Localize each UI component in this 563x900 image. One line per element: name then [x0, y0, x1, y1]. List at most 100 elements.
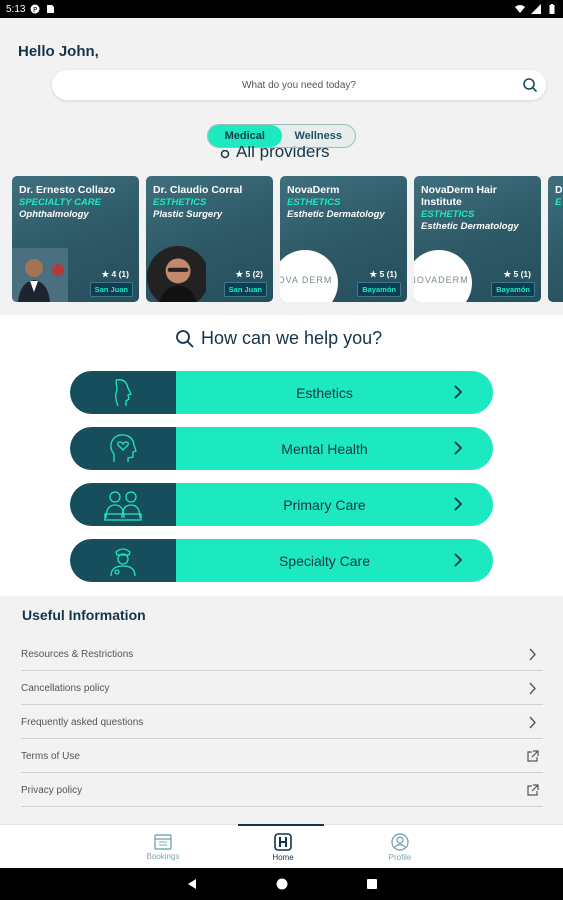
service-icon-wrap: [70, 427, 176, 470]
svg-text:P: P: [33, 6, 37, 14]
provider-photo: [146, 246, 206, 302]
chevron-right-icon: [454, 553, 463, 567]
signal-icon: [531, 4, 541, 14]
provider-card[interactable]: D E: [548, 176, 563, 302]
recents-icon[interactable]: [366, 878, 378, 890]
nurse-icon: [110, 547, 136, 576]
tab-home[interactable]: Home: [238, 824, 328, 869]
tab-label: Bookings: [146, 852, 180, 861]
search-icon[interactable]: [522, 77, 538, 93]
service-primary-care-button[interactable]: Primary Care: [70, 483, 493, 526]
provider-specialty: Plastic Surgery: [153, 209, 223, 220]
bottom-tab-bar: Bookings Home Profile: [0, 824, 563, 868]
service-esthetics-button[interactable]: Esthetics: [70, 371, 493, 414]
info-row-label: Cancellations policy: [21, 682, 110, 694]
chevron-right-icon: [529, 682, 536, 695]
providers-title: All providers: [220, 146, 330, 162]
tab-profile[interactable]: Profile: [355, 825, 445, 869]
chevron-right-icon: [529, 648, 536, 661]
toggle-wellness[interactable]: Wellness: [282, 125, 356, 147]
rating-value: 5 (2): [245, 269, 263, 279]
sd-card-icon: [47, 5, 55, 13]
provider-card[interactable]: Dr. Ernesto Collazo SPECIALTY CARE Ophth…: [12, 176, 139, 302]
provider-category: E: [555, 197, 562, 208]
tab-bookings[interactable]: Bookings: [118, 825, 208, 869]
app-notification-icon: P: [30, 4, 40, 14]
location-badge: San Juan: [223, 282, 267, 297]
location-badge: San Juan: [89, 282, 133, 297]
provider-photo: [12, 248, 68, 302]
provider-name-text: Dr. Claudio Corral: [153, 184, 243, 196]
chevron-right-icon: [454, 385, 463, 399]
provider-card[interactable]: NovaDerm ESTHETICS Esthetic Dermatology …: [280, 176, 407, 302]
search-bar[interactable]: What do you need today?: [52, 70, 546, 100]
help-title-text: How can we help you?: [201, 328, 383, 348]
providers-icon: [220, 150, 230, 159]
location-badge: Bayamón: [357, 282, 401, 297]
provider-specialty: Esthetic Dermatology: [421, 221, 519, 232]
hospital-icon: [274, 833, 292, 851]
provider-specialty: Ophthalmology: [19, 209, 89, 220]
provider-name-text: NovaDerm Hair Institute: [421, 184, 497, 208]
external-link-icon: [527, 784, 539, 796]
info-row-label: Privacy policy: [21, 784, 83, 796]
external-link-icon: [527, 750, 539, 762]
search-input[interactable]: What do you need today?: [242, 80, 356, 91]
provider-rating: ★ 5 (1): [503, 269, 531, 279]
provider-name-text: NovaDerm: [287, 184, 340, 196]
back-icon[interactable]: [186, 878, 198, 890]
provider-name-text: Dr. Ernesto Collazo: [19, 184, 116, 196]
service-label: Primary Care: [283, 496, 366, 513]
rating-value: 4 (1): [111, 269, 129, 279]
provider-card[interactable]: NovaDerm Hair Institute ESTHETICS Esthet…: [414, 176, 541, 302]
providers-title-text: All providers: [236, 146, 330, 161]
provider-logo: OVA DERM: [280, 250, 338, 302]
info-row-label: Frequently asked questions: [21, 716, 144, 728]
info-row-faq[interactable]: Frequently asked questions: [21, 706, 543, 739]
search-icon: [176, 329, 194, 348]
provider-rating: ★ 4 (1): [101, 269, 129, 279]
provider-logo: NOVADERM: [414, 250, 472, 302]
greeting: Hello John,: [18, 43, 99, 60]
help-section: How can we help you? Esthetics Mental He…: [0, 315, 563, 596]
service-icon-wrap: [70, 371, 176, 414]
rating-value: 5 (1): [513, 269, 531, 279]
home-icon[interactable]: [276, 878, 288, 890]
calendar-icon: [154, 834, 172, 850]
tab-label: Home: [272, 853, 294, 862]
provider-name: D E: [555, 184, 563, 209]
info-row-terms[interactable]: Terms of Use: [21, 740, 543, 773]
profile-icon: [391, 833, 409, 851]
location-badge: Bayamón: [491, 282, 535, 297]
service-specialty-care-button[interactable]: Specialty Care: [70, 539, 493, 582]
care-type-toggle[interactable]: Medical Wellness: [207, 124, 356, 148]
info-row-cancellations[interactable]: Cancellations policy: [21, 672, 543, 705]
active-tab-indicator: [238, 824, 324, 826]
provider-name: NovaDerm Hair Institute ESTHETICS Esthet…: [421, 184, 539, 233]
info-row-label: Resources & Restrictions: [21, 648, 134, 660]
status-bar: 5:13 P: [0, 0, 563, 18]
provider-name: Dr. Ernesto Collazo SPECIALTY CARE Ophth…: [19, 184, 137, 221]
service-label: Specialty Care: [278, 552, 371, 569]
face-profile-icon: [115, 378, 132, 406]
head-heart-icon: [110, 433, 137, 462]
service-icon-wrap: [70, 483, 176, 526]
service-label: Mental Health: [281, 440, 368, 457]
provider-rating: ★ 5 (1): [369, 269, 397, 279]
info-row-resources[interactable]: Resources & Restrictions: [21, 638, 543, 671]
service-mental-health-button[interactable]: Mental Health: [70, 427, 493, 470]
status-time: 5:13: [6, 3, 26, 15]
provider-category: ESTHETICS: [287, 197, 341, 208]
provider-name: NovaDerm ESTHETICS Esthetic Dermatology: [287, 184, 405, 221]
provider-name-text: D: [555, 184, 563, 196]
provider-category: ESTHETICS: [421, 209, 475, 220]
chevron-right-icon: [454, 497, 463, 511]
provider-carousel[interactable]: Dr. Ernesto Collazo SPECIALTY CARE Ophth…: [12, 176, 563, 302]
tab-label: Profile: [388, 853, 412, 862]
provider-card[interactable]: Dr. Claudio Corral ESTHETICS Plastic Sur…: [146, 176, 273, 302]
info-row-privacy[interactable]: Privacy policy: [21, 774, 543, 807]
service-icon-wrap: [70, 539, 176, 582]
toggle-medical[interactable]: Medical: [208, 125, 282, 147]
service-label: Esthetics: [296, 384, 353, 401]
provider-category: SPECIALTY CARE: [19, 197, 101, 208]
